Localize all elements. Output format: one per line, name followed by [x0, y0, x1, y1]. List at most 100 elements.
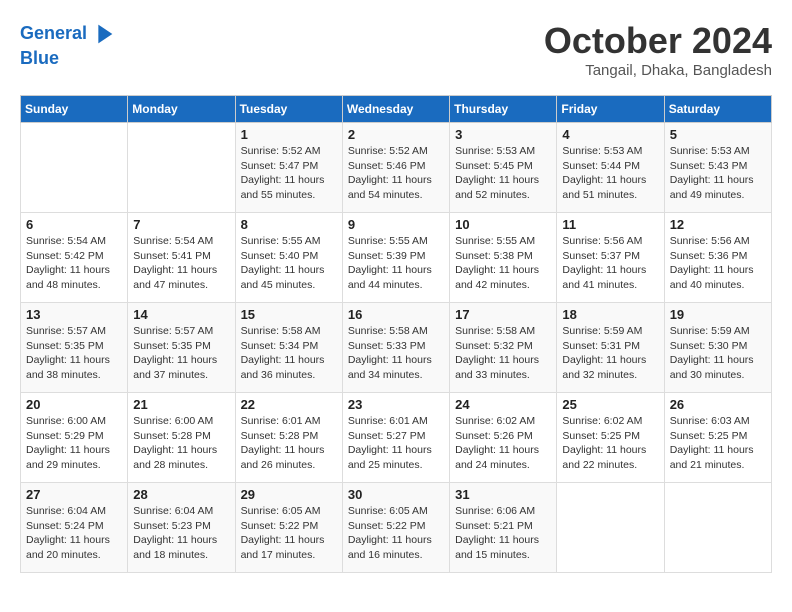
calendar-cell: 30 Sunrise: 6:05 AM Sunset: 5:22 PM Dayli…	[342, 483, 449, 573]
calendar-header-row: SundayMondayTuesdayWednesdayThursdayFrid…	[21, 96, 772, 123]
title-block: October 2024 Tangail, Dhaka, Bangladesh	[544, 20, 772, 79]
cell-day-info: Sunrise: 6:03 AM Sunset: 5:25 PM Dayligh…	[670, 414, 766, 473]
calendar-cell: 24 Sunrise: 6:02 AM Sunset: 5:26 PM Dayli…	[450, 393, 557, 483]
calendar-cell: 2 Sunrise: 5:52 AM Sunset: 5:46 PM Daylig…	[342, 123, 449, 213]
calendar-cell: 28 Sunrise: 6:04 AM Sunset: 5:23 PM Dayli…	[128, 483, 235, 573]
cell-day-info: Sunrise: 6:05 AM Sunset: 5:22 PM Dayligh…	[241, 504, 337, 563]
cell-day-number: 10	[455, 217, 551, 232]
cell-day-info: Sunrise: 6:00 AM Sunset: 5:28 PM Dayligh…	[133, 414, 229, 473]
location: Tangail, Dhaka, Bangladesh	[544, 62, 772, 79]
cell-day-info: Sunrise: 5:55 AM Sunset: 5:38 PM Dayligh…	[455, 234, 551, 293]
calendar-week-row: 1Sunrise: 5:52 AM Sunset: 5:47 PM Daylig…	[21, 123, 772, 213]
calendar-cell: 14 Sunrise: 5:57 AM Sunset: 5:35 PM Dayli…	[128, 303, 235, 393]
calendar-cell: 15 Sunrise: 5:58 AM Sunset: 5:34 PM Dayli…	[235, 303, 342, 393]
calendar-cell: 4 Sunrise: 5:53 AM Sunset: 5:44 PM Daylig…	[557, 123, 664, 213]
cell-day-info: Sunrise: 5:53 AM Sunset: 5:44 PM Dayligh…	[562, 144, 658, 203]
calendar-cell: 11 Sunrise: 5:56 AM Sunset: 5:37 PM Dayli…	[557, 213, 664, 303]
cell-day-number: 4	[562, 127, 658, 142]
cell-day-number: 15	[241, 307, 337, 322]
cell-day-info: Sunrise: 5:54 AM Sunset: 5:41 PM Dayligh…	[133, 234, 229, 293]
calendar-cell: 17 Sunrise: 5:58 AM Sunset: 5:32 PM Dayli…	[450, 303, 557, 393]
cell-day-number: 17	[455, 307, 551, 322]
calendar-cell: 21 Sunrise: 6:00 AM Sunset: 5:28 PM Dayli…	[128, 393, 235, 483]
weekday-header: Monday	[128, 96, 235, 123]
calendar-cell: 7 Sunrise: 5:54 AM Sunset: 5:41 PM Daylig…	[128, 213, 235, 303]
cell-day-number: 26	[670, 397, 766, 412]
calendar-cell: 10 Sunrise: 5:55 AM Sunset: 5:38 PM Dayli…	[450, 213, 557, 303]
cell-day-number: 22	[241, 397, 337, 412]
cell-day-info: Sunrise: 6:02 AM Sunset: 5:25 PM Dayligh…	[562, 414, 658, 473]
cell-day-info: Sunrise: 5:57 AM Sunset: 5:35 PM Dayligh…	[133, 324, 229, 383]
cell-day-number: 2	[348, 127, 444, 142]
weekday-header: Tuesday	[235, 96, 342, 123]
calendar-week-row: 13 Sunrise: 5:57 AM Sunset: 5:35 PM Dayli…	[21, 303, 772, 393]
logo-icon	[89, 20, 117, 48]
calendar-cell: 27 Sunrise: 6:04 AM Sunset: 5:24 PM Dayli…	[21, 483, 128, 573]
cell-day-info: Sunrise: 6:04 AM Sunset: 5:24 PM Dayligh…	[26, 504, 122, 563]
cell-day-number: 23	[348, 397, 444, 412]
cell-day-info: Sunrise: 5:54 AM Sunset: 5:42 PM Dayligh…	[26, 234, 122, 293]
cell-day-number: 5	[670, 127, 766, 142]
calendar-cell: 3 Sunrise: 5:53 AM Sunset: 5:45 PM Daylig…	[450, 123, 557, 213]
cell-day-info: Sunrise: 5:52 AM Sunset: 5:47 PM Dayligh…	[241, 144, 337, 203]
calendar-cell: 29 Sunrise: 6:05 AM Sunset: 5:22 PM Dayli…	[235, 483, 342, 573]
cell-day-info: Sunrise: 6:02 AM Sunset: 5:26 PM Dayligh…	[455, 414, 551, 473]
cell-day-number: 8	[241, 217, 337, 232]
cell-day-number: 9	[348, 217, 444, 232]
weekday-header: Saturday	[664, 96, 771, 123]
cell-day-info: Sunrise: 5:56 AM Sunset: 5:36 PM Dayligh…	[670, 234, 766, 293]
page-header: General Blue October 2024 Tangail, Dhaka…	[20, 20, 772, 79]
cell-day-info: Sunrise: 5:52 AM Sunset: 5:46 PM Dayligh…	[348, 144, 444, 203]
calendar-cell: 23 Sunrise: 6:01 AM Sunset: 5:27 PM Dayli…	[342, 393, 449, 483]
calendar-cell	[664, 483, 771, 573]
cell-day-number: 30	[348, 487, 444, 502]
cell-day-info: Sunrise: 6:05 AM Sunset: 5:22 PM Dayligh…	[348, 504, 444, 563]
cell-day-number: 7	[133, 217, 229, 232]
calendar-cell: 5Sunrise: 5:53 AM Sunset: 5:43 PM Daylig…	[664, 123, 771, 213]
cell-day-info: Sunrise: 5:56 AM Sunset: 5:37 PM Dayligh…	[562, 234, 658, 293]
calendar-cell: 19Sunrise: 5:59 AM Sunset: 5:30 PM Dayli…	[664, 303, 771, 393]
cell-day-number: 21	[133, 397, 229, 412]
calendar-table: SundayMondayTuesdayWednesdayThursdayFrid…	[20, 95, 772, 573]
logo: General Blue	[20, 20, 117, 70]
calendar-cell: 6 Sunrise: 5:54 AM Sunset: 5:42 PM Daylig…	[21, 213, 128, 303]
cell-day-info: Sunrise: 5:53 AM Sunset: 5:45 PM Dayligh…	[455, 144, 551, 203]
cell-day-info: Sunrise: 5:57 AM Sunset: 5:35 PM Dayligh…	[26, 324, 122, 383]
cell-day-number: 28	[133, 487, 229, 502]
month-title: October 2024	[544, 20, 772, 62]
calendar-cell: 13 Sunrise: 5:57 AM Sunset: 5:35 PM Dayli…	[21, 303, 128, 393]
weekday-header: Sunday	[21, 96, 128, 123]
calendar-cell: 16Sunrise: 5:58 AM Sunset: 5:33 PM Dayli…	[342, 303, 449, 393]
calendar-cell: 20Sunrise: 6:00 AM Sunset: 5:29 PM Dayli…	[21, 393, 128, 483]
calendar-cell: 8Sunrise: 5:55 AM Sunset: 5:40 PM Daylig…	[235, 213, 342, 303]
cell-day-number: 14	[133, 307, 229, 322]
cell-day-number: 13	[26, 307, 122, 322]
cell-day-number: 29	[241, 487, 337, 502]
cell-day-number: 3	[455, 127, 551, 142]
calendar-cell: 18Sunrise: 5:59 AM Sunset: 5:31 PM Dayli…	[557, 303, 664, 393]
cell-day-number: 11	[562, 217, 658, 232]
cell-day-number: 12	[670, 217, 766, 232]
calendar-cell	[557, 483, 664, 573]
calendar-cell: 9Sunrise: 5:55 AM Sunset: 5:39 PM Daylig…	[342, 213, 449, 303]
cell-day-info: Sunrise: 5:59 AM Sunset: 5:30 PM Dayligh…	[670, 324, 766, 383]
cell-day-info: Sunrise: 6:06 AM Sunset: 5:21 PM Dayligh…	[455, 504, 551, 563]
logo-text: General	[20, 23, 87, 45]
cell-day-info: Sunrise: 5:58 AM Sunset: 5:34 PM Dayligh…	[241, 324, 337, 383]
weekday-header: Friday	[557, 96, 664, 123]
calendar-cell	[21, 123, 128, 213]
cell-day-info: Sunrise: 5:58 AM Sunset: 5:32 PM Dayligh…	[455, 324, 551, 383]
calendar-cell	[128, 123, 235, 213]
cell-day-number: 31	[455, 487, 551, 502]
cell-day-info: Sunrise: 6:01 AM Sunset: 5:28 PM Dayligh…	[241, 414, 337, 473]
cell-day-number: 6	[26, 217, 122, 232]
calendar-cell: 22 Sunrise: 6:01 AM Sunset: 5:28 PM Dayli…	[235, 393, 342, 483]
weekday-header: Wednesday	[342, 96, 449, 123]
cell-day-info: Sunrise: 6:01 AM Sunset: 5:27 PM Dayligh…	[348, 414, 444, 473]
cell-day-number: 24	[455, 397, 551, 412]
calendar-cell: 31 Sunrise: 6:06 AM Sunset: 5:21 PM Dayli…	[450, 483, 557, 573]
cell-day-info: Sunrise: 6:04 AM Sunset: 5:23 PM Dayligh…	[133, 504, 229, 563]
cell-day-number: 27	[26, 487, 122, 502]
calendar-cell: 1Sunrise: 5:52 AM Sunset: 5:47 PM Daylig…	[235, 123, 342, 213]
calendar-cell: 25Sunrise: 6:02 AM Sunset: 5:25 PM Dayli…	[557, 393, 664, 483]
